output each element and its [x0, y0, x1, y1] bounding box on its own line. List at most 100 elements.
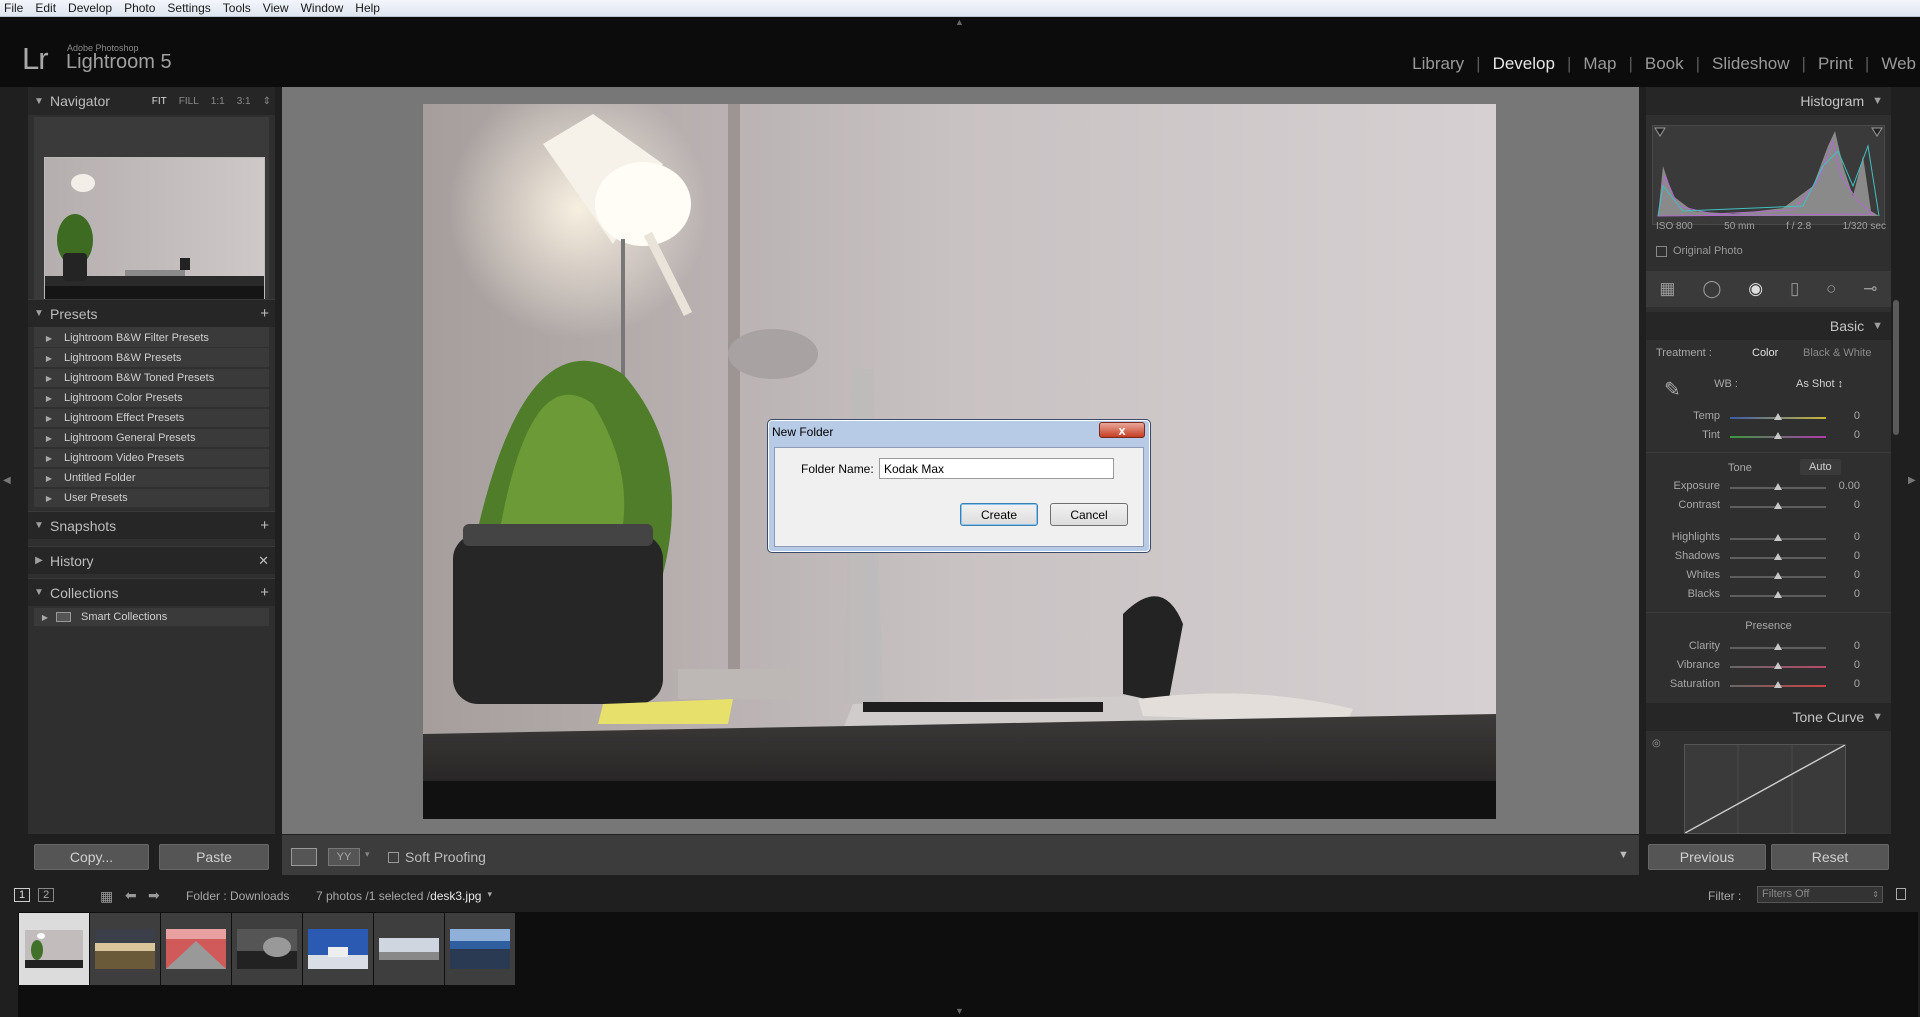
secondary-window-button[interactable]: 2 — [38, 888, 55, 902]
previous-button[interactable]: Previous — [1648, 844, 1766, 870]
menu-edit[interactable]: Edit — [35, 1, 56, 15]
filmstrip-thumbnail[interactable] — [90, 913, 160, 985]
shadows-slider[interactable] — [1730, 553, 1826, 560]
preset-folder[interactable]: ▶ Lightroom B&W Filter Presets — [34, 329, 269, 348]
target-adjust-icon[interactable]: ◎ — [1652, 738, 1661, 749]
forward-arrow-icon[interactable]: ➡ — [148, 887, 160, 904]
crop-overlay-icon[interactable]: ▦ — [1659, 279, 1675, 299]
preset-folder[interactable]: ▶ Untitled Folder — [34, 469, 269, 488]
blacks-value[interactable]: 0 — [1830, 588, 1860, 600]
preset-folder[interactable]: ▶ User Presets — [34, 489, 269, 508]
filter-lock-icon[interactable] — [1896, 888, 1906, 900]
contrast-slider[interactable] — [1730, 502, 1826, 509]
adjustment-brush-icon[interactable]: ⊸ — [1863, 279, 1877, 299]
source-folder[interactable]: Folder : Downloads — [186, 889, 289, 903]
view-options-chevron-icon[interactable]: ▾ — [365, 849, 370, 860]
cancel-button[interactable]: Cancel — [1050, 503, 1128, 526]
soft-proofing-toggle[interactable]: Soft Proofing — [388, 849, 486, 865]
filmstrip-thumbnail[interactable] — [303, 913, 373, 985]
highlights-value[interactable]: 0 — [1830, 531, 1860, 543]
top-panel-toggle-icon[interactable]: ▲ — [955, 17, 964, 27]
filmstrip-thumbnail[interactable] — [19, 913, 89, 985]
slider-thumb[interactable] — [1774, 432, 1782, 439]
add-snapshot-icon[interactable]: + — [260, 517, 269, 534]
right-panel-scrollbar[interactable] — [1893, 300, 1899, 435]
module-print[interactable]: Print — [1806, 54, 1865, 74]
collections-header[interactable]: ▼ Collections + — [28, 578, 275, 606]
preset-folder[interactable]: ▶ Lightroom B&W Toned Presets — [34, 369, 269, 388]
slider-thumb[interactable] — [1774, 553, 1782, 560]
auto-tone-button[interactable]: Auto — [1800, 459, 1841, 475]
module-web[interactable]: Web — [1869, 54, 1916, 74]
toolbar-menu-chevron-icon[interactable]: ▼ — [1618, 849, 1629, 861]
filmstrip-thumbnail[interactable] — [232, 913, 302, 985]
slider-thumb[interactable] — [1774, 502, 1782, 509]
dialog-close-button[interactable]: x — [1099, 422, 1145, 438]
menu-file[interactable]: File — [4, 1, 23, 15]
preset-folder[interactable]: ▶ Lightroom General Presets — [34, 429, 269, 448]
radial-filter-icon[interactable]: ○ — [1826, 279, 1836, 299]
snapshots-header[interactable]: ▼ Snapshots + — [28, 511, 275, 539]
navigator-header[interactable]: ▼ Navigator FIT FILL 1:1 3:1 ⇕ — [28, 87, 275, 115]
grid-view-icon[interactable]: ▦ — [100, 888, 113, 905]
original-photo-toggle[interactable]: Original Photo — [1656, 245, 1743, 257]
module-develop[interactable]: Develop — [1481, 54, 1567, 74]
slider-thumb[interactable] — [1774, 681, 1782, 688]
add-collection-icon[interactable]: + — [260, 584, 269, 601]
bottom-panel-toggle-icon[interactable]: ▼ — [955, 1006, 964, 1016]
histogram-header[interactable]: Histogram ▼ — [1646, 87, 1891, 115]
exposure-value[interactable]: 0.00 — [1830, 480, 1860, 492]
module-book[interactable]: Book — [1633, 54, 1696, 74]
before-after-view-icon[interactable]: YY — [328, 848, 360, 866]
tone-curve-header[interactable]: Tone Curve ▼ — [1646, 703, 1891, 731]
filmstrip-thumbnail[interactable] — [374, 913, 444, 985]
graduated-filter-icon[interactable]: ▯ — [1790, 279, 1799, 299]
copy-settings-button[interactable]: Copy... — [34, 844, 149, 870]
contrast-value[interactable]: 0 — [1830, 499, 1860, 511]
reset-button[interactable]: Reset — [1771, 844, 1889, 870]
vibrance-value[interactable]: 0 — [1830, 659, 1860, 671]
menu-photo[interactable]: Photo — [124, 1, 155, 15]
zoom-1-1[interactable]: 1:1 — [211, 96, 225, 107]
histogram-graph[interactable] — [1652, 125, 1885, 225]
primary-window-button[interactable]: 1 — [14, 888, 31, 902]
whites-slider[interactable] — [1730, 572, 1826, 579]
tint-slider[interactable] — [1730, 432, 1826, 439]
menu-window[interactable]: Window — [301, 1, 344, 15]
treatment-color[interactable]: Color — [1752, 347, 1778, 359]
preset-folder[interactable]: ▶ Lightroom Effect Presets — [34, 409, 269, 428]
tone-curve-graph[interactable] — [1684, 744, 1846, 834]
slider-thumb[interactable] — [1774, 413, 1782, 420]
filmstrip-thumbnail[interactable] — [445, 913, 515, 985]
menu-develop[interactable]: Develop — [68, 1, 112, 15]
create-button[interactable]: Create — [960, 503, 1038, 526]
slider-thumb[interactable] — [1774, 534, 1782, 541]
slider-thumb[interactable] — [1774, 572, 1782, 579]
slider-thumb[interactable] — [1774, 662, 1782, 669]
temp-value[interactable]: 0 — [1830, 410, 1860, 422]
menu-settings[interactable]: Settings — [167, 1, 210, 15]
wb-select[interactable]: As Shot ↕ — [1796, 378, 1843, 390]
slider-thumb[interactable] — [1774, 591, 1782, 598]
treatment-bw[interactable]: Black & White — [1803, 347, 1871, 359]
tint-value[interactable]: 0 — [1830, 429, 1860, 441]
clarity-slider[interactable] — [1730, 643, 1826, 650]
module-slideshow[interactable]: Slideshow — [1700, 54, 1802, 74]
left-panel-toggle-icon[interactable]: ◀ — [3, 475, 11, 486]
navigator-thumbnail[interactable] — [44, 157, 265, 306]
preset-folder[interactable]: ▶ Lightroom Color Presets — [34, 389, 269, 408]
preset-folder[interactable]: ▶ Lightroom B&W Presets — [34, 349, 269, 368]
slider-thumb[interactable] — [1774, 643, 1782, 650]
menu-help[interactable]: Help — [355, 1, 380, 15]
temp-slider[interactable] — [1730, 413, 1826, 420]
right-panel-toggle-icon[interactable]: ▶ — [1908, 475, 1916, 486]
collection-item[interactable]: ▶ Smart Collections — [34, 608, 269, 627]
basic-header[interactable]: Basic ▼ — [1646, 312, 1891, 340]
saturation-slider[interactable] — [1730, 681, 1826, 688]
module-library[interactable]: Library — [1400, 54, 1476, 74]
menu-tools[interactable]: Tools — [223, 1, 251, 15]
paste-settings-button[interactable]: Paste — [159, 844, 269, 870]
zoom-fill[interactable]: FILL — [179, 96, 199, 107]
module-map[interactable]: Map — [1571, 54, 1628, 74]
zoom-fit[interactable]: FIT — [152, 96, 167, 107]
